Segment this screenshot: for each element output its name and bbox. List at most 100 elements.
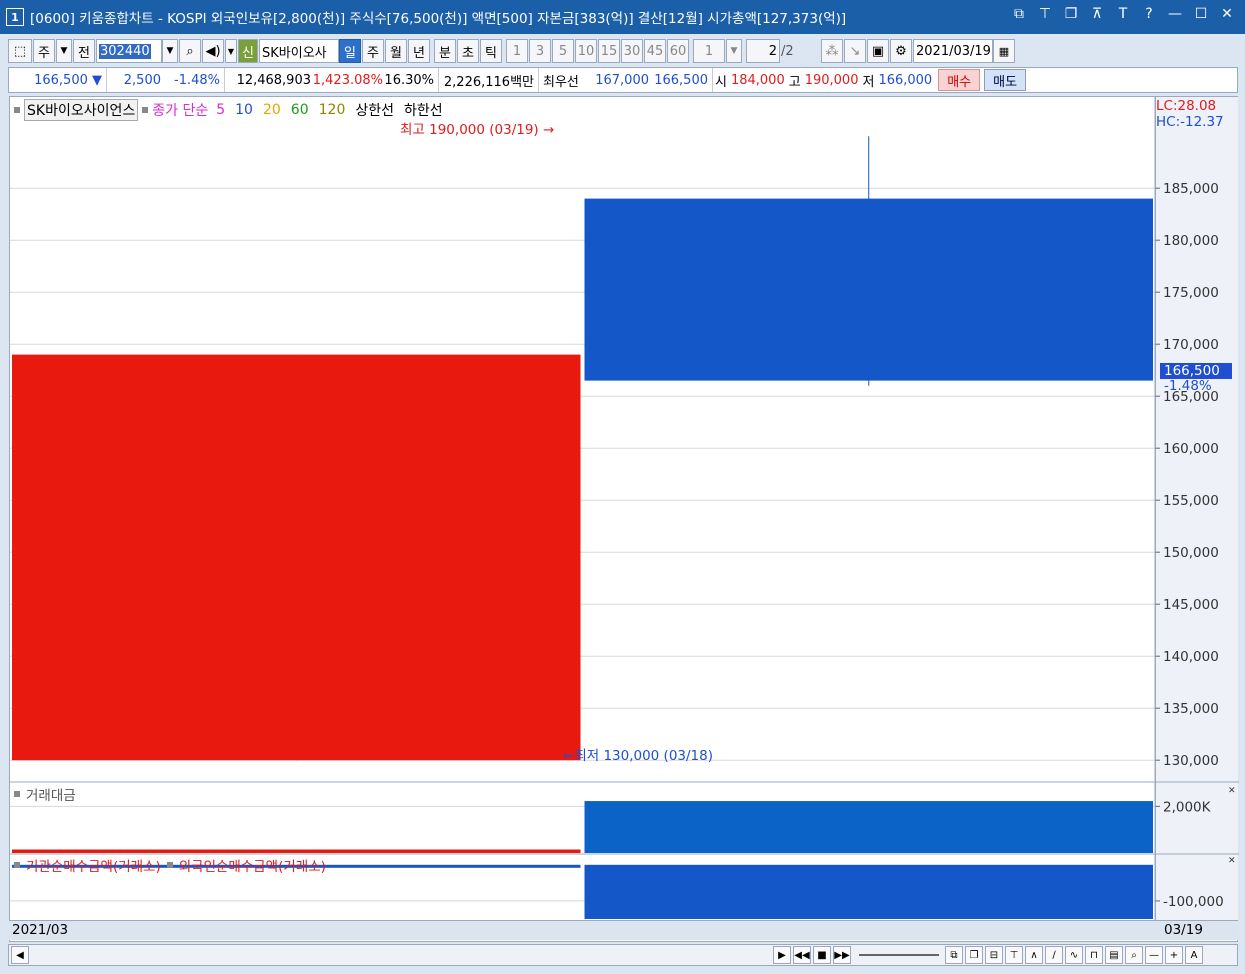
period-second[interactable]: 초	[457, 39, 479, 63]
minimize-icon[interactable]: —	[1165, 6, 1185, 22]
font-icon[interactable]: T	[1113, 6, 1133, 22]
trade-amount: 2,226,116백만	[439, 68, 539, 92]
zoom-icon[interactable]: ⌕	[1125, 946, 1143, 964]
volume-bar	[584, 801, 1153, 853]
stock-code-input[interactable]: 302440	[96, 39, 162, 63]
legend-stock-name[interactable]: SK바이오사이언스	[24, 99, 139, 121]
line-tool-icon[interactable]: ∕	[1045, 946, 1063, 964]
period-day[interactable]: 일	[339, 39, 361, 63]
legend-ma-120[interactable]: 120	[319, 102, 346, 118]
best-ask: 167,000	[595, 72, 649, 88]
ruler-icon[interactable]: ⊟	[985, 946, 1003, 964]
arrow-left-icon: ←	[563, 748, 575, 764]
stop-icon[interactable]: ■	[813, 946, 831, 964]
period-tick[interactable]: 틱	[480, 39, 502, 63]
sell-button[interactable]: 매도	[984, 69, 1027, 91]
count-input[interactable]: 1	[693, 39, 725, 63]
price-tick-label: 170,000	[1163, 337, 1219, 353]
chart-area[interactable]: 130,000 135,000 140,000 145,000 150,000 155,0…	[9, 96, 1239, 943]
interval-5[interactable]: 5	[552, 39, 574, 63]
buy-button[interactable]: 매수	[938, 69, 981, 91]
close-icon[interactable]: ✕	[1217, 6, 1237, 22]
period-month[interactable]: 월	[385, 39, 407, 63]
title-bar: 1 [0600] 키움종합차트 - KOSPI 외국인보유[2,800(천)] …	[0, 0, 1245, 34]
chart-scrollbar[interactable]: ◀ ▶ ◀◀ ■ ▶▶ ⧉ ❐ ⊟ ⊤ ∧ ∕ ∿ ⊓ ▤ ⌕ — + A	[8, 944, 1238, 966]
save-icon[interactable]: ▣	[867, 39, 889, 63]
stock-name-field[interactable]: SK바이오사	[259, 39, 339, 63]
speed-slider[interactable]	[859, 954, 939, 956]
trend-icon[interactable]: ↘	[844, 39, 866, 63]
chevron-down-icon[interactable]: ▼	[56, 39, 72, 63]
current-price: 166,500 ▼	[9, 68, 107, 92]
cascade-icon[interactable]: ⧉	[1009, 6, 1029, 22]
interval-15[interactable]: 15	[598, 39, 620, 63]
fast-forward-icon[interactable]: ▶▶	[833, 946, 851, 964]
crosshair-icon[interactable]: ⊤	[1005, 946, 1023, 964]
best-bid: 166,500	[653, 68, 713, 92]
period-week[interactable]: 주	[362, 39, 384, 63]
all-button[interactable]: 전	[73, 39, 95, 63]
date-axis-start: 2021/03	[12, 922, 69, 938]
layout-icon[interactable]: ⬚	[8, 39, 32, 63]
legend-ma-10[interactable]: 10	[235, 102, 253, 118]
calendar-icon[interactable]: ▦	[993, 39, 1015, 63]
gear-icon[interactable]: ⚙	[890, 39, 912, 63]
speaker-dropdown-icon[interactable]: ▼	[225, 39, 237, 63]
count-dropdown-icon[interactable]: ▼	[726, 39, 742, 63]
date-axis-end: 03/19	[1164, 922, 1203, 938]
interval-30[interactable]: 30	[621, 39, 643, 63]
interval-45[interactable]: 45	[644, 39, 666, 63]
dock-icon[interactable]: ⊼	[1087, 6, 1107, 22]
interval-60[interactable]: 60	[667, 39, 689, 63]
legend-upper-limit[interactable]: 상한선	[355, 100, 394, 120]
zoom-in-icon[interactable]: +	[1165, 946, 1183, 964]
scroll-track[interactable]	[31, 947, 773, 963]
lc-value: LC:28.08	[1156, 98, 1217, 114]
legend-ma-60[interactable]: 60	[291, 102, 309, 118]
text-tool-icon[interactable]: A	[1185, 946, 1203, 964]
legend-close-ma[interactable]: 종가 단순	[152, 100, 208, 120]
legend-ma-5[interactable]: 5	[216, 102, 225, 118]
search-icon[interactable]: ⌕	[179, 39, 201, 63]
stock-type-select[interactable]: 주	[33, 39, 55, 63]
scroll-left-icon[interactable]: ◀	[11, 946, 29, 964]
rewind-icon[interactable]: ◀◀	[793, 946, 811, 964]
volume-rate: 1,423.08%	[312, 72, 383, 88]
high-label: 고	[788, 74, 801, 90]
date-input[interactable]: 2021/03/19	[913, 39, 993, 63]
window-number-icon[interactable]: 1	[6, 8, 24, 26]
print-icon[interactable]: ▤	[1105, 946, 1123, 964]
foreign-netbuy-bar	[584, 864, 1153, 919]
zoom-out-icon[interactable]: —	[1145, 946, 1163, 964]
panel2-title[interactable]: 거래대금	[14, 784, 76, 804]
speaker-icon[interactable]: ◀)	[202, 39, 224, 63]
window-tile-icon[interactable]: ⧉	[945, 946, 963, 964]
panel2-close-icon[interactable]: ✕	[1228, 786, 1236, 796]
grid-icon[interactable]: ⁂	[821, 39, 843, 63]
pin-top-icon[interactable]: ⊤	[1035, 6, 1055, 22]
period-year[interactable]: 년	[408, 39, 430, 63]
high-price: 190,000	[804, 72, 859, 88]
open-label: 시	[715, 74, 727, 90]
interval-3[interactable]: 3	[529, 39, 551, 63]
interval-1[interactable]: 1	[506, 39, 528, 63]
page-input[interactable]: 2	[746, 39, 780, 63]
interval-10[interactable]: 10	[575, 39, 597, 63]
chart-canvas[interactable]: 130,000 135,000 140,000 145,000 150,000 155,0…	[10, 97, 1239, 943]
panel3-title[interactable]: 기관순매수금액(거래소) 외국인순매수금액(거래소)	[14, 855, 326, 875]
period-minute[interactable]: 분	[434, 39, 456, 63]
pattern-icon[interactable]: ∿	[1065, 946, 1083, 964]
help-icon[interactable]: ?	[1139, 6, 1159, 22]
scroll-right-icon[interactable]: ▶	[773, 946, 791, 964]
lock-icon[interactable]: ⊓	[1085, 946, 1103, 964]
high-annotation: 최고 190,000 (03/19) →	[400, 122, 555, 138]
window-cascade-icon[interactable]: ❐	[965, 946, 983, 964]
code-dropdown-icon[interactable]: ▼	[162, 39, 178, 63]
maximize-icon[interactable]: ☐	[1191, 6, 1211, 22]
legend-lower-limit[interactable]: 하한선	[404, 100, 443, 120]
panel3-close-icon[interactable]: ✕	[1228, 856, 1236, 866]
price-tick-label: 185,000	[1163, 181, 1219, 197]
restore-icon[interactable]: ❐	[1061, 6, 1081, 22]
legend-ma-20[interactable]: 20	[263, 102, 281, 118]
draw-tool-icon[interactable]: ∧	[1025, 946, 1043, 964]
